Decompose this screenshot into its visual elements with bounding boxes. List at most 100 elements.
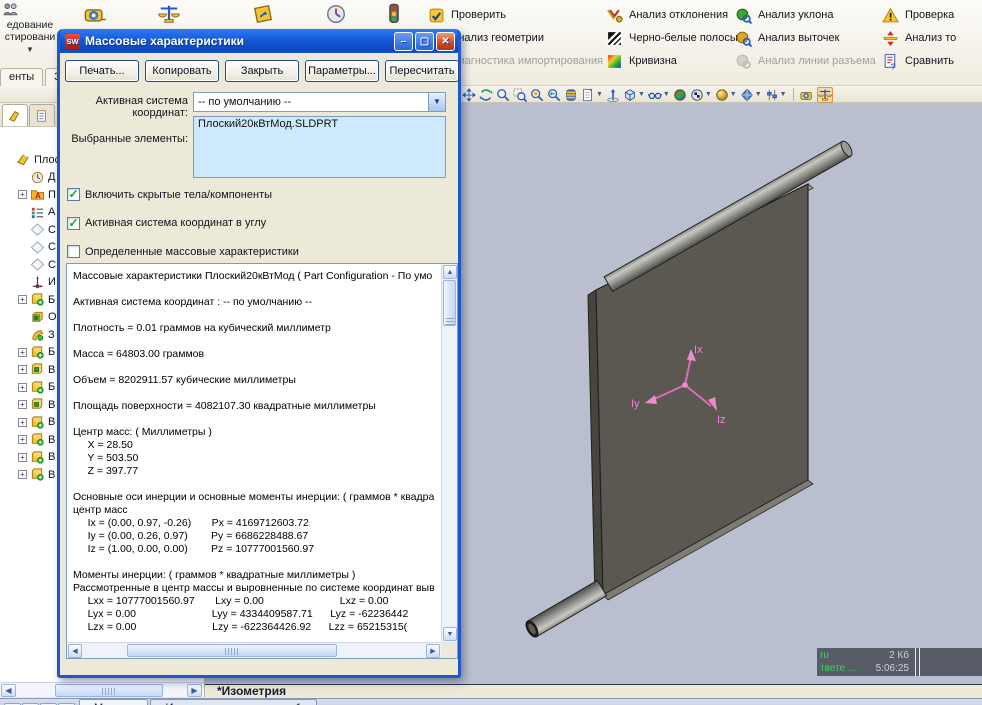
eval-button-check-badge[interactable]: Проверить (428, 5, 506, 25)
eval-button-compare[interactable]: ?Сравнить (882, 51, 954, 71)
expand-plus-icon[interactable]: + (18, 383, 27, 392)
report-vertical-scrollbar[interactable]: ▲ ▼ (441, 264, 457, 642)
sensor-clock-icon[interactable] (325, 3, 347, 25)
view-tool-zoom-sel[interactable] (530, 88, 544, 102)
maximize-button[interactable]: ▢ (415, 32, 434, 51)
expand-plus-icon[interactable]: + (18, 418, 27, 427)
scroll-left-icon[interactable]: ◀ (68, 644, 82, 658)
view-tool-rotate[interactable] (479, 88, 493, 102)
dialog-button-Печать[interactable]: Печать... (65, 60, 139, 82)
panel-horizontal-scrollbar[interactable]: ◀ ▶ (0, 682, 204, 697)
view-tool-shaded[interactable] (673, 88, 687, 102)
checkbox-icon[interactable]: ✓ (67, 217, 80, 230)
chevron-down-icon[interactable]: ▼ (663, 91, 670, 98)
dialog-button-Копировать[interactable]: Копировать (145, 60, 219, 82)
dialog-button-Параметры[interactable]: Параметры... (305, 60, 379, 82)
expand-plus-icon[interactable]: + (18, 348, 27, 357)
eval-button-curvature[interactable]: Кривизна (606, 51, 677, 71)
expand-plus-icon[interactable]: + (18, 453, 27, 462)
mass-scales-icon[interactable] (158, 3, 180, 25)
report-horizontal-scrollbar[interactable]: ◀ ▶ (67, 642, 441, 658)
mass-properties-report-area[interactable]: Массовые характеристики Плоский20кВтМод … (66, 263, 458, 659)
toolbar-separator (793, 88, 794, 101)
view-tool-checker[interactable]: ▼ (690, 88, 712, 102)
eval-button-thickness[interactable]: Анализ то (882, 28, 956, 48)
view-tool-zoom-area[interactable] (513, 88, 527, 102)
checkbox-row[interactable]: Определенные массовые характеристики (67, 245, 299, 258)
chevron-down-icon[interactable]: ▼ (755, 91, 762, 98)
view-tool-normal-to[interactable] (606, 88, 620, 102)
checkbox-icon[interactable] (67, 245, 80, 258)
scroll-down-icon[interactable]: ▼ (443, 627, 457, 641)
design-lights-icon[interactable] (383, 3, 405, 25)
dialog-button-Пересчитать[interactable]: Пересчитать (385, 60, 459, 82)
view-tool-scene[interactable]: ▼ (740, 88, 762, 102)
view-tool-cube[interactable]: ▼ (623, 88, 645, 102)
coord-system-dropdown[interactable]: -- по умолчанию -- ▼ (193, 92, 446, 112)
close-button[interactable]: ✕ (436, 32, 455, 51)
view-tool-section[interactable] (564, 88, 578, 102)
minimize-button[interactable]: – (394, 32, 413, 51)
command-tab[interactable]: енты (0, 68, 43, 86)
eval-button-draft[interactable]: Анализ уклона (735, 5, 833, 25)
eval-button-check-warn[interactable]: Проверка (882, 5, 954, 25)
dialog-button-Закрыть[interactable]: Закрыть (225, 60, 299, 82)
checkbox-row[interactable]: ✓Включить скрытые тела/компоненты (67, 188, 272, 201)
tab-feature-manager[interactable] (2, 104, 28, 126)
document-tabs: МодельИсследование движения 1 (79, 699, 319, 705)
dialog-titlebar[interactable]: SW Массовые характеристики – ▢ ✕ (60, 29, 458, 53)
plate-face[interactable] (596, 184, 808, 595)
view-tool-measure-tape-sm[interactable] (800, 88, 814, 102)
expand-plus-icon[interactable]: + (18, 365, 27, 374)
selected-element[interactable]: Плоский20кВтМод.SLDPRT (194, 117, 445, 131)
chevron-down-icon[interactable]: ▼ (730, 91, 737, 98)
view-tool-page[interactable]: ▼ (581, 88, 603, 102)
zebra-icon (606, 30, 623, 47)
selected-elements-list[interactable]: Плоский20кВтМод.SLDPRT (193, 116, 446, 178)
eval-button-undercut[interactable]: Анализ выточек (735, 28, 839, 48)
coord-system-label: Активная системакоординат: (68, 95, 188, 119)
checkbox-icon[interactable]: ✓ (67, 188, 80, 201)
eval-button-zebra[interactable]: Черно-белые полосы (606, 28, 738, 48)
scroll-right-icon[interactable]: ▶ (187, 684, 202, 697)
chevron-down-icon[interactable]: ▼ (428, 93, 445, 111)
eval-button-label: Черно-белые полосы (629, 32, 738, 44)
expand-plus-icon[interactable]: + (18, 435, 27, 444)
chevron-down-icon[interactable]: ▼ (780, 91, 787, 98)
document-tab-active[interactable]: Модель (79, 699, 148, 705)
solidworks-window: едование стировани ▼ ентыЗ ПроверитьАнал… (0, 0, 982, 705)
expand-plus-icon[interactable]: + (18, 400, 27, 409)
scroll-left-icon[interactable]: ◀ (1, 684, 16, 697)
checkbox-row[interactable]: ✓Активная система координат в углу (67, 217, 266, 230)
view-tool-mass-scales-sm[interactable] (817, 87, 833, 103)
view-tool-zoom[interactable] (496, 88, 510, 102)
stats-folder-icon[interactable] (252, 3, 274, 25)
chevron-down-icon[interactable]: ▼ (596, 91, 603, 98)
scrollbar-thumb[interactable] (55, 684, 163, 697)
sensors-icon (30, 170, 45, 185)
view-tool-glasses[interactable]: ▼ (648, 88, 670, 102)
measure-tape-icon[interactable] (84, 3, 106, 25)
scroll-up-icon[interactable]: ▲ (443, 265, 457, 279)
view-tool-pan[interactable] (462, 88, 476, 102)
chevron-down-icon[interactable]: ▼ (705, 91, 712, 98)
document-tab-inactive[interactable]: Исследование движения 1 (150, 699, 316, 705)
command-manager-button[interactable]: едование стировани ▼ (2, 2, 58, 66)
scrollbar-thumb[interactable] (127, 644, 337, 657)
solidworks-app-icon: SW (65, 34, 80, 49)
eval-button-deviation[interactable]: Анализ отклонения (606, 5, 728, 25)
tab-property-manager[interactable] (29, 104, 55, 126)
expand-plus-icon[interactable]: + (18, 190, 27, 199)
expand-plus-icon[interactable]: + (18, 470, 27, 479)
pan-icon (462, 88, 476, 102)
view-tool-gold[interactable]: ▼ (715, 88, 737, 102)
scroll-right-icon[interactable]: ▶ (426, 644, 440, 658)
mass-properties-dialog[interactable]: SW Массовые характеристики – ▢ ✕ Печать.… (57, 29, 461, 678)
expand-plus-icon[interactable]: + (18, 295, 27, 304)
bottom-tube[interactable] (524, 580, 607, 639)
view-tool-zoom-prev[interactable] (547, 88, 561, 102)
chevron-down-icon[interactable]: ▼ (638, 91, 645, 98)
chevron-down-icon[interactable]: ▼ (2, 45, 58, 54)
view-tool-filter[interactable]: ▼ (765, 88, 787, 102)
scrollbar-thumb[interactable] (443, 280, 456, 326)
